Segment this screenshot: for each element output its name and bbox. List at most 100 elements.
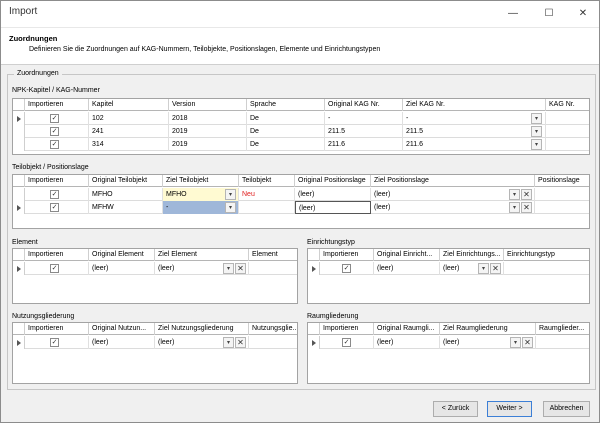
teil-col-original-pos[interactable]: Original Positionslage [295,175,371,187]
table-row[interactable]: ✓ (leer) (leer) ▾ ✕ [308,336,589,349]
clear-icon[interactable]: ✕ [235,263,246,274]
einr-col-ziel[interactable]: Ziel Einrichtungs... [440,249,504,261]
einr-col-typ[interactable]: Einrichtungstyp [504,249,589,261]
row-indicator [13,125,25,138]
raum-col-ziel[interactable]: Ziel Raumgliederung [440,323,536,335]
ziel-element-cell[interactable]: (leer) ▾ ✕ [155,262,249,275]
ziel-kag-cell[interactable]: 211.6 ▾ [403,138,546,151]
chevron-down-icon[interactable]: ▾ [225,202,236,213]
clear-icon[interactable]: ✕ [490,263,501,274]
kag-col-sprache[interactable]: Sprache [247,99,325,111]
einr-cell [504,262,589,275]
table-row[interactable]: ✓ 241 2019 De 211.5 211.5 ▾ [13,125,589,138]
back-button[interactable]: < Zurück [433,401,478,417]
nutz-header-row: Importieren Original Nutzun... Ziel Nutz… [13,323,297,335]
import-checkbox[interactable]: ✓ [50,264,59,273]
ziel-teilobjekt-cell[interactable]: MFHO ▾ [163,188,239,201]
element-col-original[interactable]: Original Element [89,249,155,261]
wizard-title: Zuordnungen [9,34,58,43]
chevron-down-icon[interactable]: ▾ [225,189,236,200]
import-checkbox[interactable]: ✓ [342,338,351,347]
maximize-button[interactable]: ☐ [532,1,566,27]
ziel-kag-cell[interactable]: - ▾ [403,112,546,125]
raum-col-raum[interactable]: Raumglieder... [536,323,589,335]
einr-col-importieren[interactable]: Importieren [320,249,374,261]
nutz-col-importieren[interactable]: Importieren [25,323,89,335]
teil-col-importieren[interactable]: Importieren [25,175,89,187]
raum-col-original[interactable]: Original Raumgli... [374,323,440,335]
table-row[interactable]: ✓ 314 2019 De 211.6 211.6 ▾ [13,138,589,151]
row-indicator [13,201,25,214]
clear-icon[interactable]: ✕ [521,202,532,213]
import-checkbox[interactable]: ✓ [342,264,351,273]
ziel-pos-cell[interactable]: (leer) ▾ ✕ [371,201,535,214]
import-checkbox[interactable]: ✓ [50,190,59,199]
raum-header-row: Importieren Original Raumgli... Ziel Rau… [308,323,589,335]
ziel-teilobjekt-cell[interactable]: - ▾ [163,201,239,214]
nutz-col-original[interactable]: Original Nutzun... [89,323,155,335]
chevron-down-icon[interactable]: ▾ [478,263,489,274]
import-checkbox[interactable]: ✓ [50,114,59,123]
chevron-down-icon[interactable]: ▾ [509,202,520,213]
cancel-button[interactable]: Abbrechen [543,401,590,417]
raum-label: Raumgliederung [307,313,359,320]
next-button[interactable]: Weiter > [487,401,532,417]
nutzung-grid: Importieren Original Nutzun... Ziel Nutz… [12,322,298,384]
chevron-down-icon[interactable]: ▾ [531,126,542,137]
table-row[interactable]: ✓ (leer) (leer) ▾ ✕ [13,336,297,349]
chevron-down-icon[interactable]: ▾ [223,263,234,274]
original-kag-cell: 211.5 [325,125,403,138]
kag-col-original[interactable]: Original KAG Nr. [325,99,403,111]
teil-col-pos[interactable]: Positionslage [535,175,589,187]
raum-col-importieren[interactable]: Importieren [320,323,374,335]
kag-col-ziel[interactable]: Ziel KAG Nr. [403,99,546,111]
teil-col-teilobjekt[interactable]: Teilobjekt [239,175,295,187]
import-checkbox[interactable]: ✓ [50,127,59,136]
clear-icon[interactable]: ✕ [521,189,532,200]
ziel-nutz-cell[interactable]: (leer) ▾ ✕ [155,336,249,349]
ziel-raum-cell[interactable]: (leer) ▾ ✕ [440,336,536,349]
pos-cell [535,201,589,214]
kapitel-cell: 102 [89,112,169,125]
clear-icon[interactable]: ✕ [522,337,533,348]
table-row[interactable]: ✓ (leer) (leer) ▾ ✕ [308,262,589,275]
wizard-subtitle: Definieren Sie die Zuordnungen auf KAG-N… [29,46,381,53]
clear-icon[interactable]: ✕ [235,337,246,348]
import-checkbox[interactable]: ✓ [50,338,59,347]
table-row[interactable]: ✓ 102 2018 De - - ▾ [13,112,589,125]
ziel-kag-cell[interactable]: 211.5 ▾ [403,125,546,138]
chevron-down-icon[interactable]: ▾ [510,337,521,348]
title-bar: Import — ☐ ✕ [1,1,599,27]
import-checkbox[interactable]: ✓ [50,140,59,149]
original-pos-cell[interactable]: (leer) [295,201,371,214]
import-window: Import — ☐ ✕ Zuordnungen Definieren Sie … [0,0,600,423]
nutz-col-nutzung[interactable]: Nutzungsglie... [249,323,297,335]
chevron-down-icon[interactable]: ▾ [531,139,542,150]
kag-col-kapitel[interactable]: Kapitel [89,99,169,111]
table-row[interactable]: ✓ MFHW - ▾ (leer) (leer) ▾ ✕ [13,201,589,214]
ziel-pos-cell[interactable]: (leer) ▾ ✕ [371,188,535,201]
kag-col-importieren[interactable]: Importieren [25,99,89,111]
teil-col-original[interactable]: Original Teilobjekt [89,175,163,187]
wizard-header: Zuordnungen Definieren Sie die Zuordnung… [1,27,599,65]
teil-col-ziel[interactable]: Ziel Teilobjekt [163,175,239,187]
teil-col-ziel-pos[interactable]: Ziel Positionslage [371,175,535,187]
ziel-einr-cell[interactable]: (leer) ▾ ✕ [440,262,504,275]
teilobjekt-cell: Neu [239,188,295,201]
close-button[interactable]: ✕ [566,1,600,27]
import-checkbox[interactable]: ✓ [50,203,59,212]
kag-col-version[interactable]: Version [169,99,247,111]
element-col-element[interactable]: Element [249,249,297,261]
kag-col-kagnr[interactable]: KAG Nr. [546,99,589,111]
nutz-col-ziel[interactable]: Ziel Nutzungsgliederung [155,323,249,335]
chevron-down-icon[interactable]: ▾ [531,113,542,124]
table-row[interactable]: ✓ MFHO MFHO ▾ Neu (leer) (leer) ▾ ✕ [13,188,589,201]
element-col-ziel[interactable]: Ziel Element [155,249,249,261]
minimize-button[interactable]: — [496,1,530,27]
einr-col-original[interactable]: Original Einricht... [374,249,440,261]
chevron-down-icon[interactable]: ▾ [223,337,234,348]
element-col-importieren[interactable]: Importieren [25,249,89,261]
version-cell: 2019 [169,125,247,138]
chevron-down-icon[interactable]: ▾ [509,189,520,200]
table-row[interactable]: ✓ (leer) (leer) ▾ ✕ [13,262,297,275]
